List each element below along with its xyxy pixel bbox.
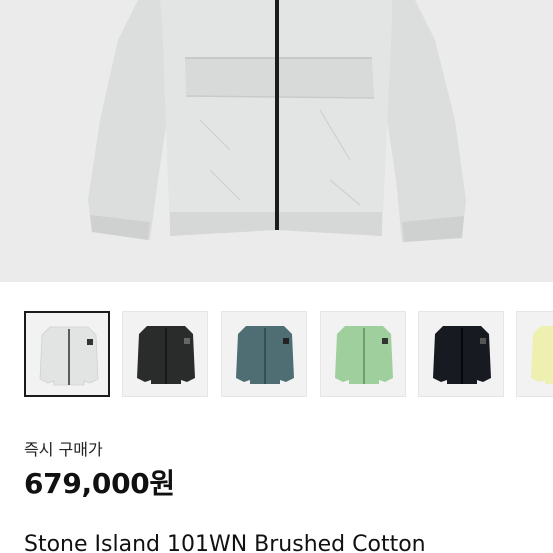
product-main-image[interactable]: [0, 0, 553, 282]
jacket-thumbnail-image: [123, 312, 207, 396]
thumbnail-strip: [24, 311, 553, 397]
thumbnail-mint-green[interactable]: [320, 311, 406, 397]
jacket-thumbnail-image: [419, 312, 503, 396]
thumbnail-black[interactable]: [122, 311, 208, 397]
product-title: Stone Island 101WN Brushed Cotton: [24, 532, 426, 553]
jacket-thumbnail-image: [517, 312, 553, 396]
jacket-thumbnail-image: [222, 312, 306, 396]
jacket-illustration: [0, 0, 553, 282]
product-page: 즉시 구매가 679,000원 Stone Island 101WN Brush…: [0, 0, 553, 553]
jacket-thumbnail-image: [26, 313, 108, 395]
thumbnail-pale-yellow[interactable]: [516, 311, 553, 397]
thumbnail-teal[interactable]: [221, 311, 307, 397]
product-price: 679,000원: [24, 467, 175, 500]
instant-buy-label: 즉시 구매가: [24, 440, 103, 459]
thumbnail-light-grey[interactable]: [24, 311, 110, 397]
jacket-thumbnail-image: [321, 312, 405, 396]
thumbnail-navy-black[interactable]: [418, 311, 504, 397]
